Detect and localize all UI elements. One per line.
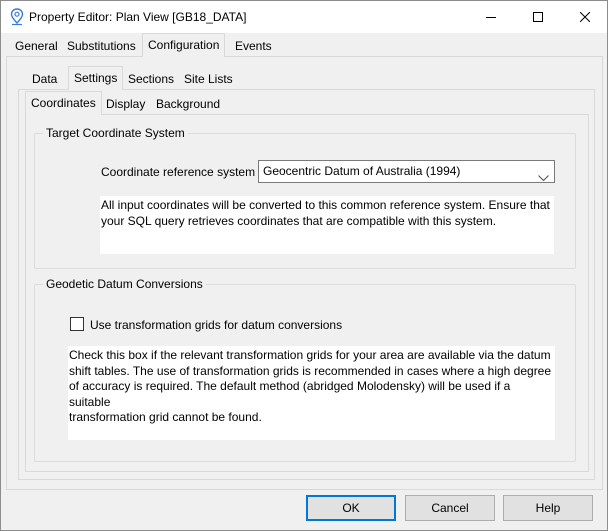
title-bar[interactable]: Property Editor: Plan View [GB18_DATA] — [1, 1, 607, 33]
crs-info-line-2: your SQL query retrieves coordinates tha… — [101, 213, 497, 228]
geodetic-datum-conversions-title: Geodetic Datum Conversions — [43, 277, 206, 291]
crs-dropdown[interactable]: Geocentric Datum of Australia (1994) — [258, 160, 555, 183]
tab-sections[interactable]: Sections — [123, 69, 179, 89]
tab-settings[interactable]: Settings — [68, 66, 124, 90]
tab-configuration[interactable]: Configuration — [142, 33, 226, 57]
tab-background[interactable]: Background — [151, 94, 225, 114]
datum-info-line-1: Check this box if the relevant transform… — [69, 348, 551, 362]
close-icon — [580, 12, 590, 22]
minimize-button[interactable] — [468, 1, 514, 33]
cancel-button[interactable]: Cancel — [405, 495, 495, 521]
ok-button[interactable]: OK — [306, 495, 396, 521]
tab-events[interactable]: Events — [230, 36, 277, 56]
tab-display[interactable]: Display — [101, 94, 150, 114]
window-title: Property Editor: Plan View [GB18_DATA] — [29, 10, 247, 24]
maximize-icon — [533, 12, 543, 22]
target-coordinate-system-title: Target Coordinate System — [43, 126, 188, 140]
close-button[interactable] — [562, 1, 608, 33]
datum-info-line-3: of accuracy is required. The default met… — [69, 379, 511, 409]
minimize-icon — [486, 12, 496, 22]
map-pin-icon — [9, 8, 25, 26]
tab-general[interactable]: General — [10, 36, 63, 56]
maximize-button[interactable] — [515, 1, 561, 33]
help-button[interactable]: Help — [503, 495, 593, 521]
crs-selected-value: Geocentric Datum of Australia (1994) — [263, 164, 461, 178]
transformation-grids-label[interactable]: Use transformation grids for datum conve… — [90, 318, 342, 332]
crs-info-text: All input coordinates will be converted … — [100, 196, 554, 254]
tab-coordinates[interactable]: Coordinates — [25, 91, 102, 115]
crs-info-line-1: All input coordinates will be converted … — [101, 198, 550, 212]
datum-info-line-2: shift tables. The use of transformation … — [69, 363, 552, 378]
tab-substitutions[interactable]: Substitutions — [62, 36, 141, 56]
crs-label: Coordinate reference system — [101, 165, 256, 179]
chevron-down-icon — [538, 168, 549, 189]
transformation-grids-checkbox[interactable] — [70, 317, 84, 331]
property-editor-window: Property Editor: Plan View [GB18_DATA] G… — [0, 0, 608, 531]
datum-info-text: Check this box if the relevant transform… — [68, 346, 555, 440]
datum-info-line-4: transformation grid cannot be found. — [69, 410, 262, 424]
tab-site-lists[interactable]: Site Lists — [179, 69, 238, 89]
tab-data[interactable]: Data — [27, 69, 62, 89]
